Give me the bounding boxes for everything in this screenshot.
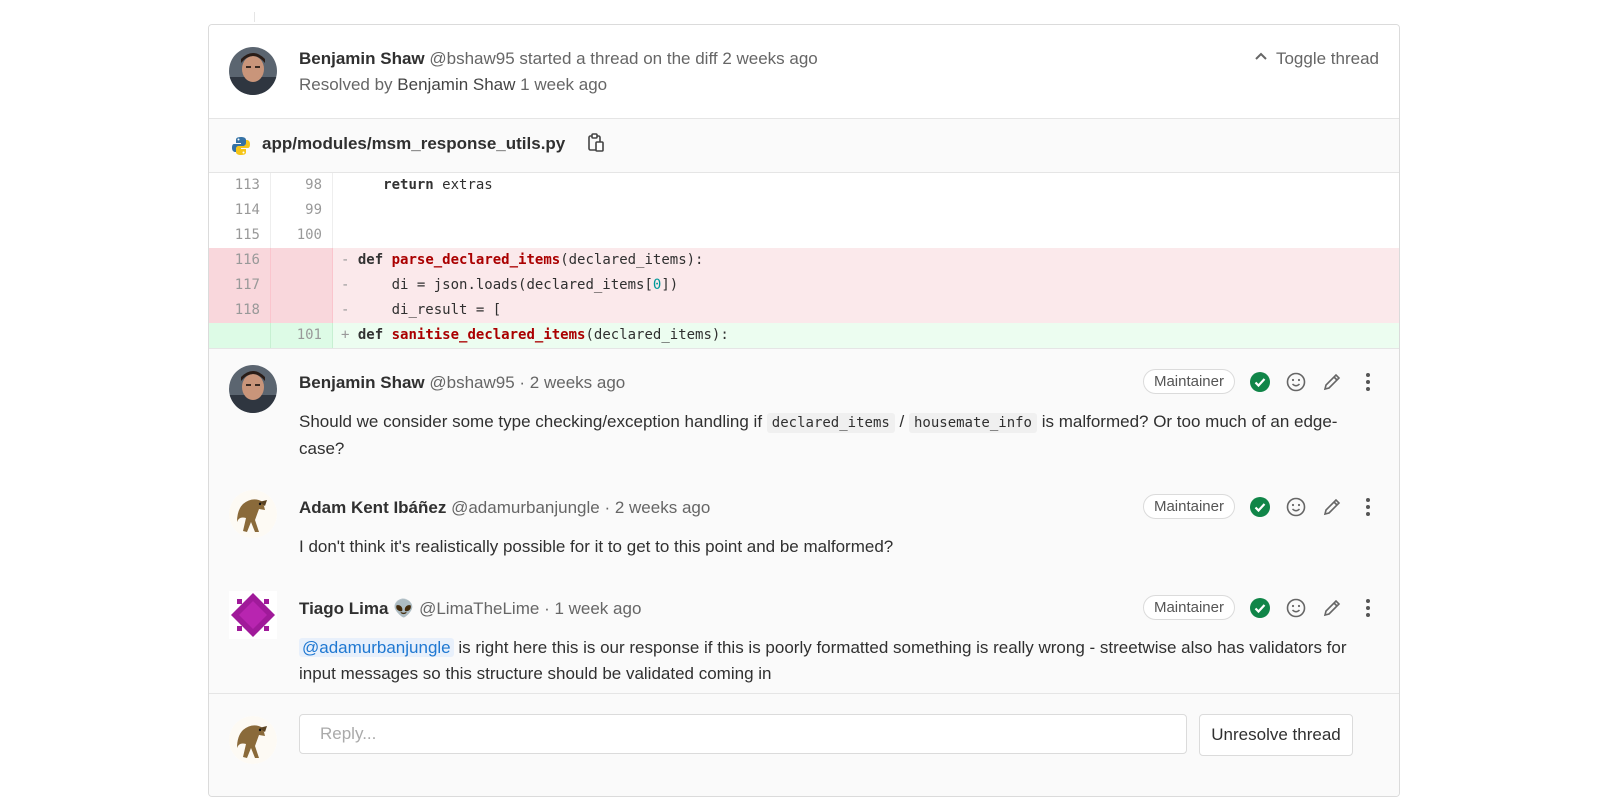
old-line-number[interactable]: 116	[209, 248, 271, 273]
add-reaction-icon[interactable]	[1285, 496, 1307, 518]
reply-area: Unresolve thread	[209, 693, 1399, 796]
user-mention[interactable]: @adamurbanjungle	[299, 638, 454, 657]
diff-line: 113 98 return extras	[209, 173, 1399, 198]
diff-code	[333, 223, 1399, 248]
diff-code: - def parse_declared_items(declared_item…	[341, 252, 704, 268]
role-badge: Maintainer	[1142, 369, 1235, 394]
note-header: Tiago Lima 👽 @LimaTheLime · 1 week ago	[299, 599, 641, 619]
note-time[interactable]: · 2 weeks ago	[604, 498, 710, 517]
edit-pencil-icon[interactable]	[1321, 597, 1343, 619]
note-body: I don't think it's realistically possibl…	[299, 537, 894, 556]
resolved-check-icon[interactable]	[1249, 496, 1271, 518]
role-badge: Maintainer	[1142, 595, 1235, 620]
copy-path-icon[interactable]	[587, 132, 605, 159]
note-time[interactable]: · 2 weeks ago	[519, 373, 625, 392]
old-line-number[interactable]: 115	[209, 223, 271, 248]
new-line-number[interactable]	[271, 248, 333, 273]
note-body: Should we consider some type checking/ex…	[299, 409, 1359, 462]
diff-code: return extras	[383, 177, 493, 193]
resolved-time: 1 week ago	[520, 75, 608, 94]
diff-line-removed: 116 - def parse_declared_items(declared_…	[209, 248, 1399, 273]
resolved-by-name[interactable]: Benjamin Shaw	[397, 75, 515, 94]
file-path[interactable]: app/modules/msm_response_utils.py	[262, 134, 565, 154]
note-text: is right here this is our response if th…	[299, 638, 1347, 683]
diff-code: + def sanitise_declared_items(declared_i…	[341, 327, 729, 343]
diff-line-removed: 118 - di_result = [	[209, 298, 1399, 323]
note-body: @adamurbanjungle is right here this is o…	[299, 635, 1359, 687]
diff-code: - di_result = [	[341, 302, 502, 318]
file-header: app/modules/msm_response_utils.py	[209, 119, 1399, 173]
resolved-line: Resolved by Benjamin Shaw 1 week ago	[299, 75, 607, 95]
diff-code	[333, 198, 1399, 223]
note-actions: Maintainer	[1142, 369, 1379, 394]
new-line-number[interactable]	[271, 298, 333, 323]
note-time[interactable]: · 1 week ago	[544, 599, 641, 618]
thread-time: 2 weeks ago	[722, 49, 818, 68]
new-line-number[interactable]: 99	[271, 198, 333, 223]
note-header: Benjamin Shaw @bshaw95 · 2 weeks ago	[299, 373, 625, 393]
note-actions: Maintainer	[1142, 494, 1379, 519]
author-handle[interactable]: @bshaw95	[429, 49, 514, 68]
note-author-name[interactable]: Adam Kent Ibáñez	[299, 498, 446, 517]
note-author-handle[interactable]: @bshaw95	[429, 373, 514, 392]
note-text: Should we consider some type checking/ex…	[299, 412, 767, 431]
edit-pencil-icon[interactable]	[1321, 496, 1343, 518]
thread-started-line: Benjamin Shaw @bshaw95 started a thread …	[299, 49, 818, 69]
avatar[interactable]	[229, 490, 277, 538]
old-line-number[interactable]	[209, 323, 271, 348]
resolved-check-icon[interactable]	[1249, 597, 1271, 619]
edit-pencil-icon[interactable]	[1321, 371, 1343, 393]
thread-action-text: started a thread on the diff	[519, 49, 718, 68]
inline-code: declared_items	[766, 413, 895, 433]
more-actions-icon[interactable]	[1357, 597, 1379, 619]
diff-line-added: 101 + def sanitise_declared_items(declar…	[209, 323, 1399, 348]
chevron-up-icon	[1254, 49, 1268, 69]
note-author-name[interactable]: Benjamin Shaw	[299, 373, 425, 392]
note: Tiago Lima 👽 @LimaTheLime · 1 week ago M…	[209, 591, 1399, 689]
old-line-number[interactable]: 113	[209, 173, 271, 198]
diff-code: - di = json.loads(declared_items[0])	[341, 277, 679, 293]
new-line-number[interactable]: 100	[271, 223, 333, 248]
inline-code: housemate_info	[908, 413, 1037, 433]
discussion-thread: Benjamin Shaw @bshaw95 started a thread …	[208, 24, 1400, 797]
new-line-number[interactable]	[271, 273, 333, 298]
thread-header: Benjamin Shaw @bshaw95 started a thread …	[209, 25, 1399, 119]
new-line-number[interactable]: 101	[271, 323, 333, 348]
avatar[interactable]	[229, 47, 277, 95]
note-header: Adam Kent Ibáñez @adamurbanjungle · 2 we…	[299, 498, 710, 518]
diff-table: 113 98 return extras 114 99 115 100 116 …	[209, 173, 1399, 349]
note: Benjamin Shaw @bshaw95 · 2 weeks ago Mai…	[209, 365, 1399, 483]
diff-line: 115 100	[209, 223, 1399, 248]
resolved-prefix: Resolved by	[299, 75, 393, 94]
note-author-name[interactable]: Tiago Lima	[299, 599, 388, 618]
current-user-avatar[interactable]	[229, 716, 277, 764]
toggle-thread-button[interactable]: Toggle thread	[1254, 49, 1379, 69]
avatar[interactable]	[229, 591, 277, 639]
diff-line-removed: 117 - di = json.loads(declared_items[0])	[209, 273, 1399, 298]
unresolve-thread-button[interactable]: Unresolve thread	[1199, 714, 1353, 756]
note-author-handle[interactable]: @LimaTheLime	[419, 599, 539, 618]
old-line-number[interactable]: 114	[209, 198, 271, 223]
toggle-thread-label: Toggle thread	[1275, 49, 1379, 68]
diff-line: 114 99	[209, 198, 1399, 223]
note-author-handle[interactable]: @adamurbanjungle	[451, 498, 600, 517]
reply-input[interactable]	[299, 714, 1187, 754]
more-actions-icon[interactable]	[1357, 371, 1379, 393]
status-emoji: 👽	[393, 599, 415, 618]
python-icon	[231, 136, 251, 161]
old-line-number[interactable]: 118	[209, 298, 271, 323]
add-reaction-icon[interactable]	[1285, 371, 1307, 393]
avatar[interactable]	[229, 365, 277, 413]
note-text: /	[894, 412, 909, 431]
new-line-number[interactable]: 98	[271, 173, 333, 198]
old-line-number[interactable]: 117	[209, 273, 271, 298]
resolved-check-icon[interactable]	[1249, 371, 1271, 393]
add-reaction-icon[interactable]	[1285, 597, 1307, 619]
divider-tick	[254, 12, 255, 22]
more-actions-icon[interactable]	[1357, 496, 1379, 518]
note: Adam Kent Ibáñez @adamurbanjungle · 2 we…	[209, 490, 1399, 578]
author-name[interactable]: Benjamin Shaw	[299, 49, 425, 68]
role-badge: Maintainer	[1142, 494, 1235, 519]
note-actions: Maintainer	[1142, 595, 1379, 620]
